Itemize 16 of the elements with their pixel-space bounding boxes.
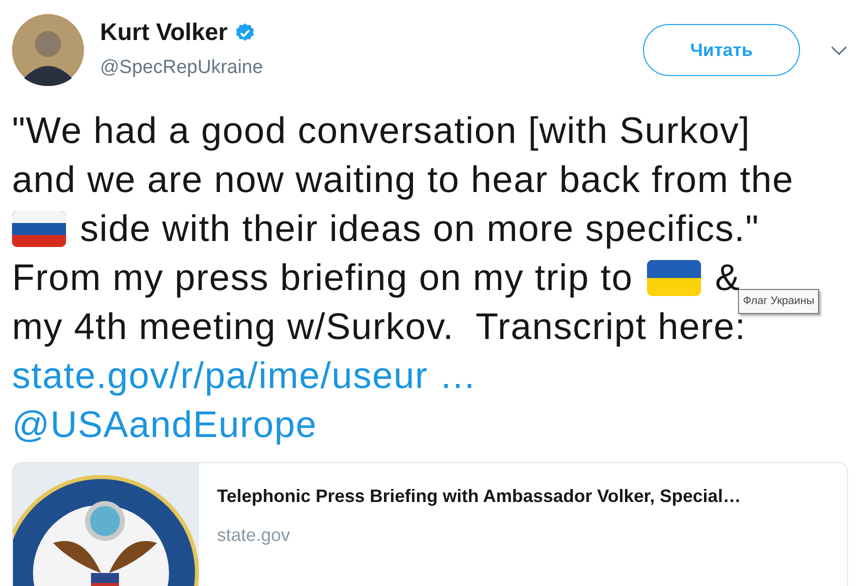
tweet-text: & [714, 256, 740, 300]
author-name: Kurt Volker [100, 18, 228, 48]
ukrainian-flag-icon [646, 260, 701, 296]
tweet-text: side with their ideas on more specifics." [80, 206, 760, 251]
tweet-text: From my press briefing on my trip to [12, 256, 633, 300]
tweet-text: "We had a good conversation [with Surkov] [12, 108, 750, 153]
card-domain: state.gov [217, 524, 292, 547]
avatar-silhouette [12, 14, 84, 86]
author-handle: @SpecRepUkraine [100, 56, 263, 80]
russian-flag-icon [12, 210, 66, 246]
card-title: Telephonic Press Briefing with Ambassador Volker, Special… [217, 485, 741, 508]
tooltip: Флаг Украины [738, 289, 820, 314]
link-card[interactable]: Telephonic Press Briefing with Ambassador Volker, Special… state.gov [12, 462, 848, 586]
follow-button[interactable]: Читать [643, 24, 800, 76]
chevron-down-icon[interactable] [830, 45, 848, 56]
tweet-text: and we are now waiting to hear back from the [12, 158, 794, 202]
